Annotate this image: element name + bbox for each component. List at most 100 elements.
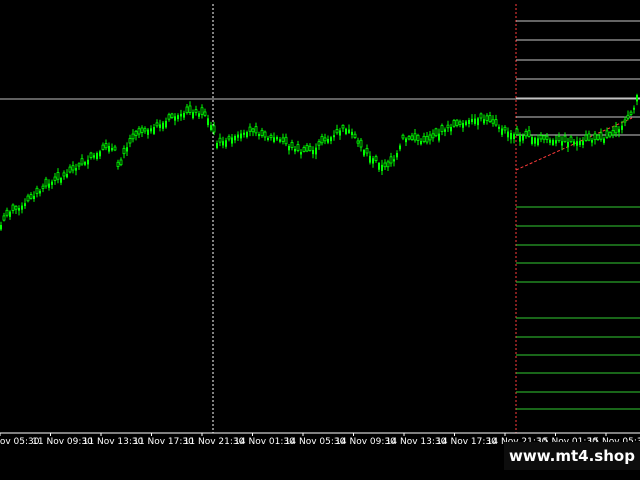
candle-body [383, 162, 387, 168]
candle-body [399, 145, 401, 150]
candle-body [474, 118, 476, 124]
candle-body [567, 141, 569, 148]
candle-body [60, 178, 62, 183]
candle-body [477, 118, 479, 126]
candle-body [308, 145, 312, 151]
candle-body [522, 135, 524, 141]
candle-body [192, 112, 194, 119]
candle-body [468, 120, 470, 124]
candle-body [320, 136, 324, 144]
candle-body [603, 138, 605, 143]
candle-body [552, 139, 554, 145]
candle-body [41, 185, 45, 189]
candle-body [237, 134, 239, 138]
candle-body [330, 137, 332, 142]
candle-body [555, 140, 557, 144]
candle-body [240, 133, 242, 139]
candle-body [231, 137, 233, 144]
candle-body [444, 129, 446, 132]
candle-body [147, 129, 149, 135]
candle-body [626, 114, 630, 119]
candle-body [614, 126, 618, 134]
candle-body [153, 127, 155, 134]
candle-body [53, 176, 57, 181]
candle-body [5, 209, 9, 216]
candle-body [440, 125, 444, 132]
candle-body [422, 135, 426, 142]
candle-body [315, 147, 317, 155]
watermark-badge: www.mt4.shop [504, 442, 640, 470]
candle-body [258, 134, 260, 137]
candle-body [369, 155, 371, 163]
candle-body [591, 139, 593, 143]
candle-body [159, 124, 161, 128]
candle-body [438, 133, 440, 141]
candle-body [273, 137, 275, 142]
candle-body [131, 133, 135, 140]
candle-body [174, 116, 176, 121]
candle-body [108, 146, 110, 152]
candle-body [2, 215, 6, 221]
candle-body [180, 113, 182, 117]
candle-body [633, 107, 635, 110]
candle-body [462, 123, 464, 128]
candle-body [356, 140, 360, 144]
candle-body [513, 134, 515, 139]
candle-body [254, 126, 258, 134]
candle-body [494, 119, 498, 126]
candle-body [431, 133, 435, 139]
candle-body [413, 133, 417, 141]
candle-body [143, 128, 147, 132]
candle-body [365, 148, 369, 154]
candle-body [333, 135, 335, 138]
candle-body [416, 134, 420, 141]
candle-body [165, 120, 167, 128]
candle-body [24, 203, 26, 207]
candle-body [75, 168, 77, 171]
candle-body [608, 131, 612, 137]
candle-body [335, 129, 339, 134]
candle-body [491, 119, 495, 124]
candle-body [545, 135, 549, 140]
candle-body [611, 130, 615, 136]
candle-body [507, 131, 509, 138]
candle-body [183, 112, 185, 118]
candle-body [569, 136, 573, 143]
candle-body [267, 137, 269, 140]
candle-body [428, 134, 432, 141]
candle-body [134, 130, 138, 136]
candle-body [290, 142, 294, 148]
candle-body [207, 118, 209, 126]
candle-body [389, 156, 393, 164]
candle-body [582, 140, 584, 146]
candle-body [93, 155, 95, 158]
candle-body [374, 156, 378, 162]
candle-body [587, 133, 591, 141]
candle-body [539, 135, 543, 140]
chart-canvas: 5 Nov 05:3011 Nov 09:3011 Nov 13:3011 No… [0, 4, 640, 447]
candle-body [11, 204, 15, 211]
candle-body [396, 153, 398, 158]
candle-body [407, 136, 411, 140]
candle-body [561, 141, 563, 146]
candle-body [246, 132, 248, 138]
candle-body [18, 208, 20, 211]
candle-body [327, 139, 329, 143]
candle-body [269, 134, 273, 138]
candle-body [29, 194, 33, 199]
candle-body [248, 126, 252, 132]
candle-body [14, 205, 18, 210]
candle-body [359, 139, 363, 148]
candle-body [281, 137, 285, 142]
candle-body [26, 195, 30, 202]
candle-body [294, 149, 296, 152]
candle-body [510, 133, 512, 140]
candle-body [339, 130, 341, 136]
candle-body [353, 133, 357, 138]
candle-body [378, 163, 380, 170]
candle-body [527, 130, 531, 137]
candle-body [420, 141, 422, 145]
candle-body [68, 166, 72, 173]
candle-body [140, 127, 144, 133]
candle-body [636, 95, 638, 102]
